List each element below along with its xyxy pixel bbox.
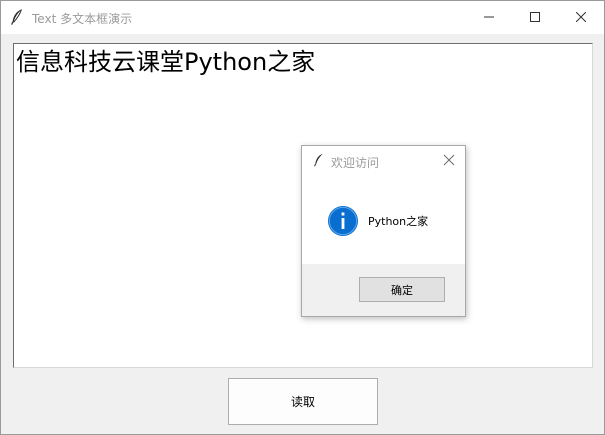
ok-button[interactable]: 确定	[359, 277, 445, 302]
dialog-title-bar[interactable]: 欢迎访问	[302, 146, 465, 176]
close-button[interactable]	[558, 1, 604, 33]
dialog-footer: 确定	[302, 264, 465, 316]
title-bar[interactable]: Text 多文本框演示	[1, 1, 604, 34]
close-icon[interactable]	[442, 153, 456, 167]
info-icon	[328, 206, 358, 236]
dialog-message: Python之家	[368, 215, 429, 228]
text-area-content: 信息科技云课堂Python之家	[16, 48, 316, 76]
minimize-icon	[484, 16, 494, 18]
maximize-button[interactable]	[512, 1, 558, 33]
dialog-title: 欢迎访问	[331, 156, 380, 170]
maximize-icon	[530, 12, 540, 22]
message-dialog: 欢迎访问 Python之家 确定	[301, 145, 466, 317]
close-icon	[576, 12, 586, 22]
minimize-button[interactable]	[466, 1, 512, 33]
read-button[interactable]: 读取	[228, 378, 378, 425]
tk-feather-icon	[11, 9, 22, 25]
tk-feather-icon	[314, 153, 323, 167]
window-title: Text 多文本框演示	[32, 12, 133, 26]
